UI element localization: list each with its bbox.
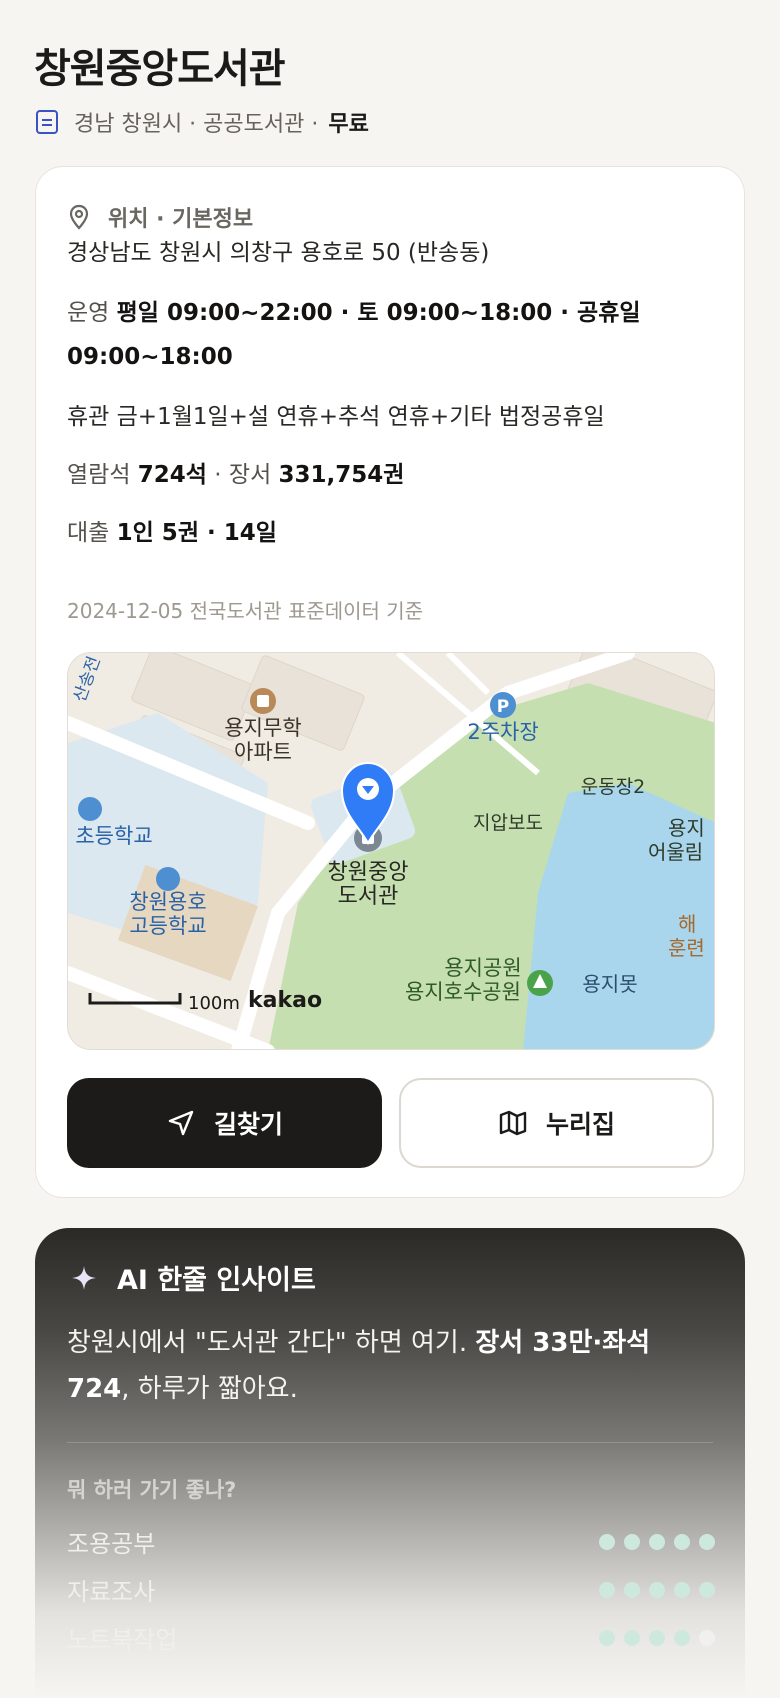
map-brand: kakao	[248, 988, 322, 1013]
library-meta: 경남 창원시 · 공공도서관 · 무료	[36, 106, 369, 138]
map-label-edge-2: 어울림	[648, 840, 703, 864]
map-label-apartment-2: 아파트	[234, 740, 292, 764]
rating-dot	[649, 1581, 665, 1598]
page-title: 창원중앙도서관	[34, 46, 286, 92]
activity-question: 뭐 하러 가기 좋나?	[67, 1478, 237, 1502]
info-card: 위치 · 기본정보 경상남도 창원시 의창구 용호로 50 (반송동) 운영 평…	[35, 166, 745, 1198]
map-label-highschool-1: 창원용호	[129, 890, 206, 914]
address: 경상남도 창원시 의창구 용호로 50 (반송동)	[67, 240, 490, 266]
map-label-highschool-2: 고등학교	[129, 914, 206, 938]
rating-dot	[624, 1533, 640, 1550]
rating-dots	[599, 1533, 715, 1550]
rating-dots	[599, 1629, 715, 1646]
location-map[interactable]: 100m kakao 용지무학 아파트 P 2주차장 운동장2 지압보도 초등학…	[67, 652, 715, 1050]
map-label-pond: 용지못	[582, 972, 637, 996]
book-count: 331,754권	[278, 462, 405, 488]
activity-row: 노트북작업	[67, 1620, 715, 1655]
map-label-underpass: 지압보도	[473, 812, 543, 834]
map-canvas[interactable]: 100m kakao 용지무학 아파트 P 2주차장 운동장2 지압보도 초등학…	[68, 653, 715, 1050]
ai-insight-header: AI 한줄 인사이트	[71, 1258, 316, 1297]
map-label-field: 운동장2	[581, 776, 646, 798]
opening-hours: 운영 평일 09:00~22:00 · 토 09:00~18:00 · 공휴일 …	[67, 300, 641, 370]
rating-dot	[699, 1533, 715, 1550]
loan-policy: 대출 1인 5권 · 14일	[67, 520, 277, 546]
rating-dot	[649, 1629, 665, 1646]
rating-dots	[599, 1581, 715, 1598]
capacity: 열람석 724석 · 장서 331,754권	[67, 462, 405, 488]
rating-dot	[599, 1629, 615, 1646]
directions-button[interactable]: 길찾기	[67, 1078, 382, 1168]
map-label-edge-1: 용지	[668, 816, 705, 840]
map-icon	[499, 1110, 527, 1136]
navigation-arrow-icon	[168, 1110, 194, 1136]
activity-row: 자료조사	[67, 1572, 715, 1607]
map-label-edge-4: 훈련	[668, 936, 705, 960]
map-label-library-2: 도서관	[338, 884, 399, 909]
rating-dot	[624, 1581, 640, 1598]
rating-dot	[599, 1581, 615, 1598]
rating-dot	[674, 1581, 690, 1598]
map-label-library-1: 창원중앙	[328, 860, 409, 885]
location-pin-icon	[69, 204, 89, 230]
map-label-elementary: 초등학교	[75, 824, 152, 848]
map-label-edge-3: 해	[678, 912, 696, 936]
rating-dot	[699, 1581, 715, 1598]
seat-count: 724석	[137, 462, 207, 488]
map-label-park: 용지공원	[444, 956, 521, 980]
rating-dot	[624, 1629, 640, 1646]
ai-insight-card: AI 한줄 인사이트 창원시에서 "도서관 간다" 하면 여기. 장서 33만·…	[35, 1228, 745, 1698]
divider	[67, 1442, 713, 1443]
svg-text:P: P	[497, 697, 509, 717]
section-header: 위치 · 기본정보	[68, 201, 253, 233]
sparkle-icon	[72, 1265, 96, 1290]
map-label-apartment-1: 용지무학	[224, 716, 301, 740]
rating-dot	[699, 1629, 715, 1646]
price-badge: 무료	[328, 112, 369, 137]
library-type: 경남 창원시 · 공공도서관 ·	[74, 112, 319, 137]
rating-dot	[599, 1533, 615, 1550]
rating-dot	[649, 1533, 665, 1550]
section-label: 위치 · 기본정보	[108, 207, 254, 232]
rating-dot	[674, 1629, 690, 1646]
closed-days: 휴관 금+1월1일+설 연휴+추석 연휴+기타 법정공휴일	[67, 404, 605, 430]
website-button[interactable]: 누리집	[399, 1078, 714, 1168]
ai-insight-text: 창원시에서 "도서관 간다" 하면 여기. 장서 33만·좌석 724, 하루가…	[67, 1328, 651, 1404]
data-source-date: 2024-12-05 전국도서관 표준데이터 기준	[67, 599, 424, 623]
map-label-parking: 2주차장	[467, 720, 538, 744]
map-scale: 100m	[188, 993, 240, 1014]
activity-row: 조용공부	[67, 1524, 715, 1559]
document-icon	[36, 110, 58, 134]
rating-dot	[674, 1533, 690, 1550]
map-label-lake-park: 용지호수공원	[405, 980, 521, 1004]
